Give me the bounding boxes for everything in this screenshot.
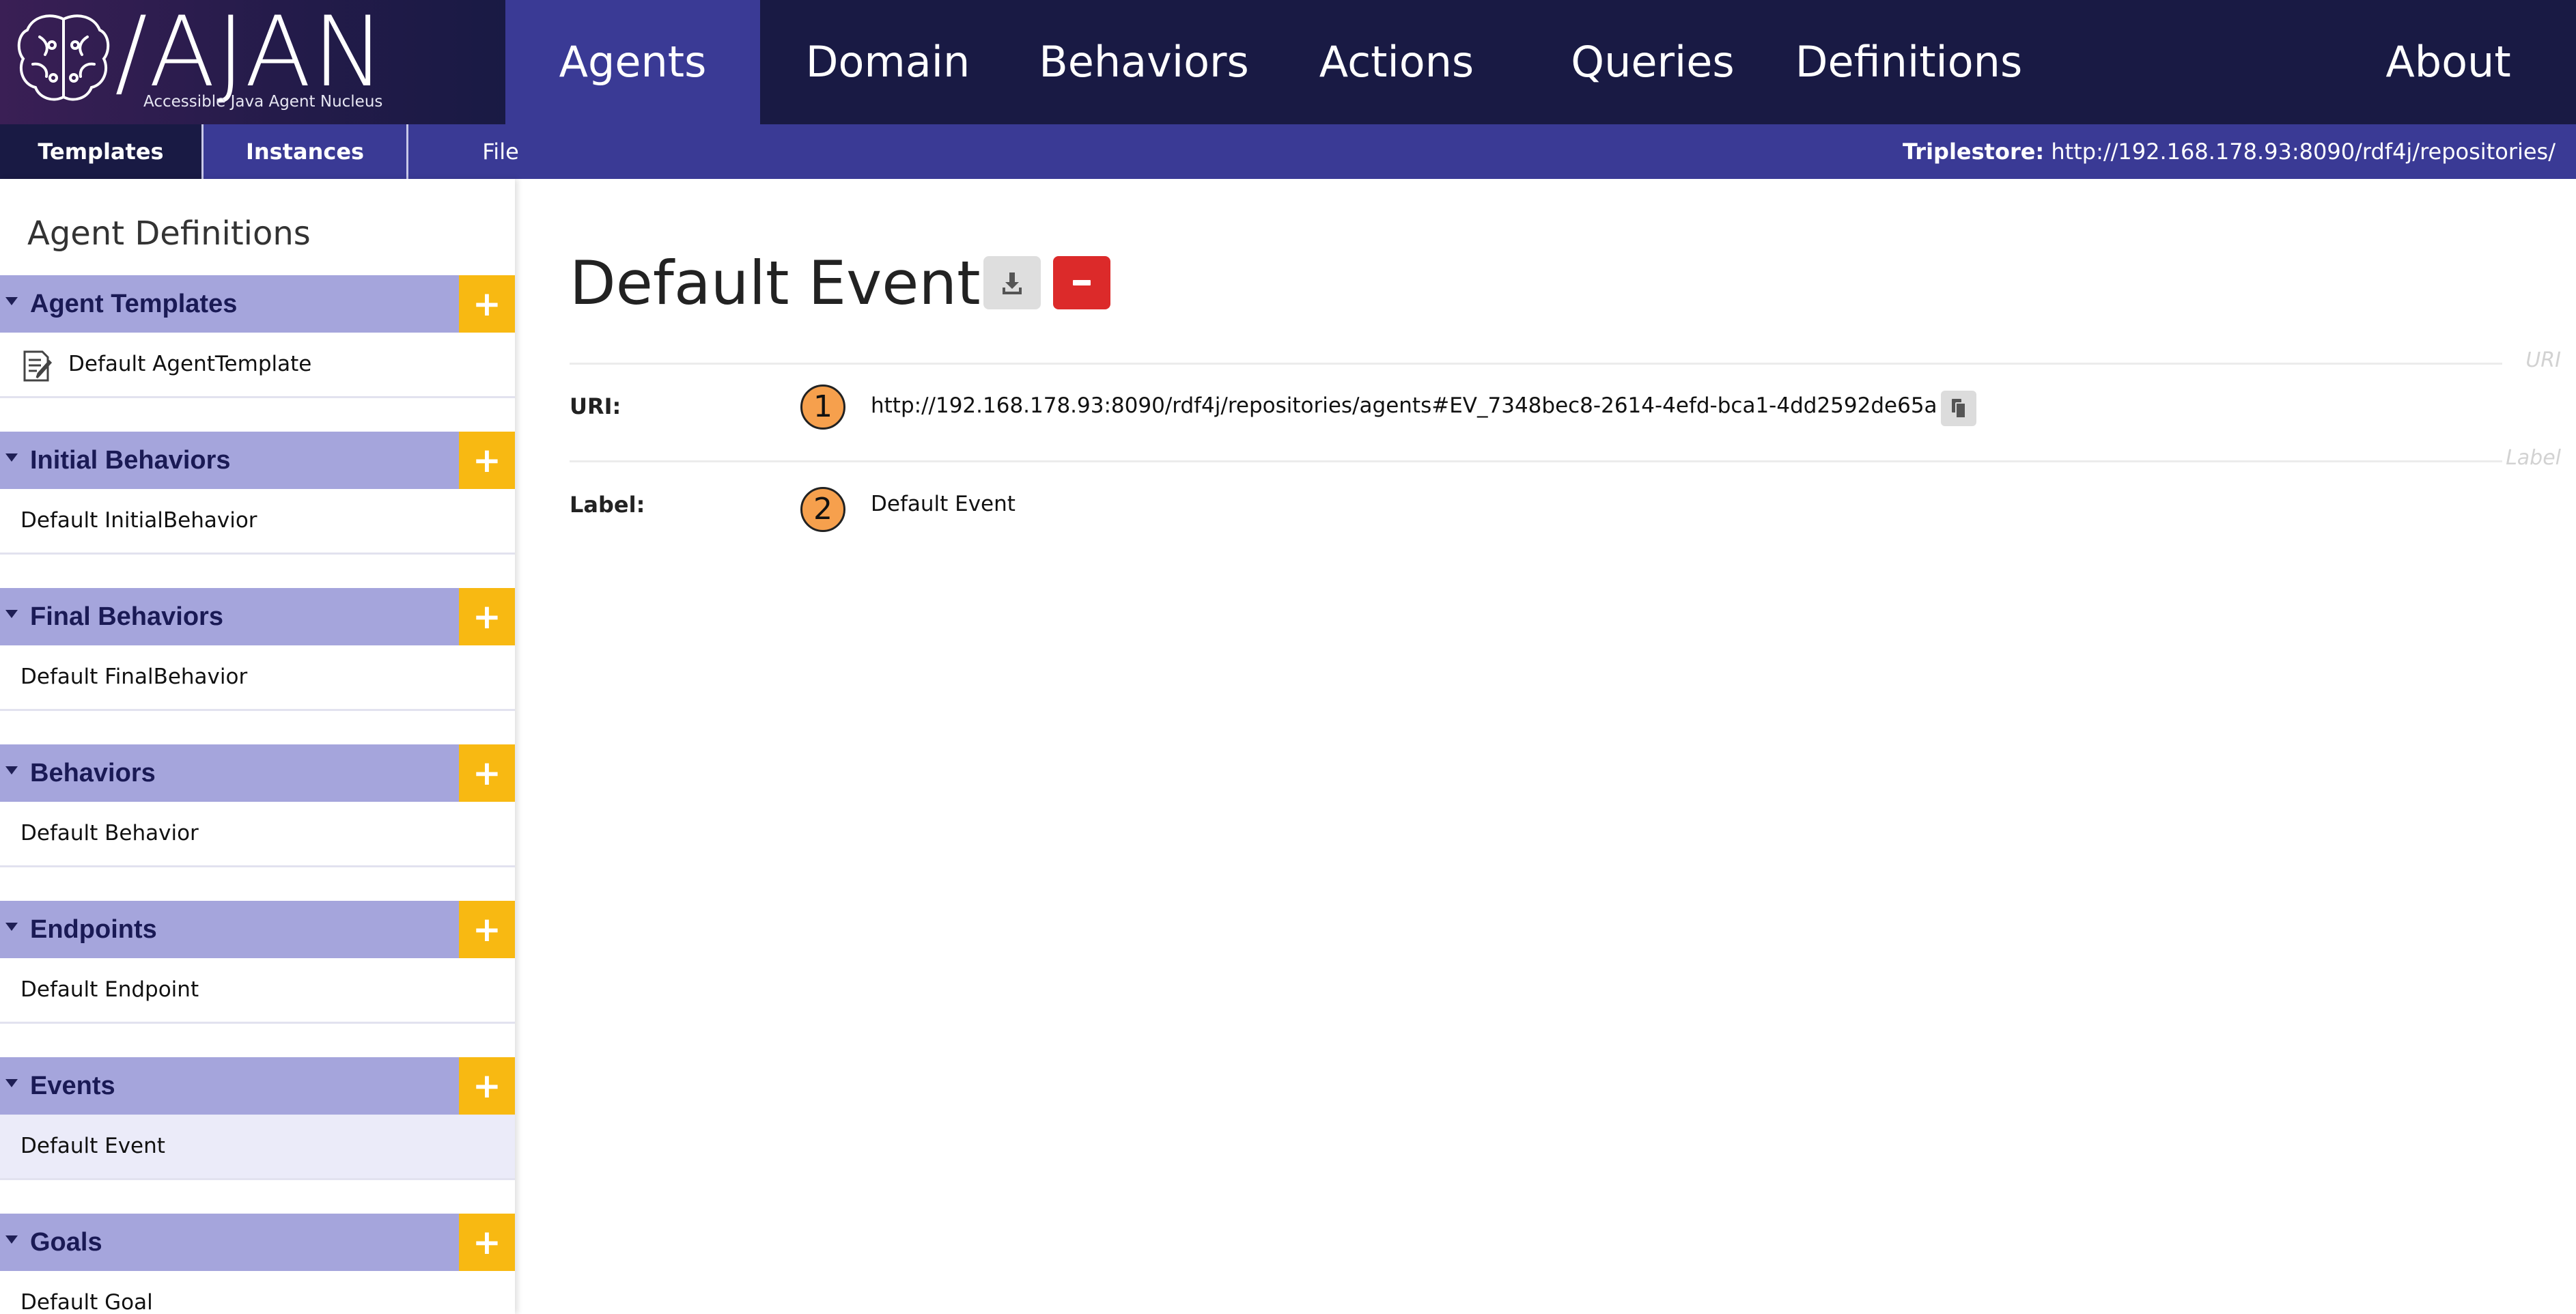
uri-divider (570, 363, 2502, 365)
caret-down-icon (5, 610, 18, 618)
tab-templates[interactable]: Templates (0, 124, 204, 179)
add-event-button[interactable]: + (459, 1057, 515, 1115)
list-item-default-goal[interactable]: Default Goal (0, 1271, 515, 1314)
caret-down-icon (5, 297, 18, 305)
triplestore-url[interactable]: http://192.168.178.93:8090/rdf4j/reposit… (2051, 139, 2556, 165)
section-header-endpoints[interactable]: Endpoints + (0, 901, 515, 958)
section-header-behaviors[interactable]: Behaviors + (0, 744, 515, 802)
copy-icon (1952, 399, 1966, 419)
list-item-label: Default Event (20, 1134, 165, 1158)
add-agent-template-button[interactable]: + (459, 275, 515, 333)
caret-down-icon (5, 453, 18, 462)
add-final-behavior-button[interactable]: + (459, 588, 515, 645)
add-endpoint-button[interactable]: + (459, 901, 515, 958)
section-label: Endpoints (30, 915, 157, 944)
delete-button[interactable] (1053, 256, 1110, 309)
section-label: Events (30, 1072, 115, 1100)
badge-2: 2 (800, 487, 845, 532)
minus-icon (1073, 280, 1091, 285)
add-behavior-button[interactable]: + (459, 744, 515, 802)
nav-behaviors[interactable]: Behaviors (1024, 0, 1263, 124)
copy-uri-button[interactable] (1941, 391, 1976, 426)
section-label: Behaviors (30, 759, 156, 787)
uri-label: URI: (570, 393, 621, 419)
badge-1: 1 (800, 385, 845, 430)
tab-file[interactable]: File (408, 124, 593, 179)
download-icon (1003, 272, 1022, 294)
list-item-default-agenttemplate[interactable]: Default AgentTemplate (0, 333, 515, 398)
list-item-default-event[interactable]: Default Event (0, 1115, 515, 1180)
nav-about[interactable]: About (2349, 0, 2547, 124)
add-goal-button[interactable]: + (459, 1214, 515, 1271)
app-subtitle: Accessible Java Agent Nucleus (143, 93, 383, 111)
list-item-label: Default Goal (20, 1290, 153, 1314)
sidebar-title: Agent Definitions (27, 214, 311, 253)
nav-actions[interactable]: Actions (1284, 0, 1509, 124)
sub-navigation-bar: Templates Instances File Triplestore: ht… (0, 124, 2576, 179)
add-initial-behavior-button[interactable]: + (459, 432, 515, 489)
list-item-label: Default Endpoint (20, 977, 199, 1002)
download-button[interactable] (983, 256, 1041, 309)
section-header-initial-behaviors[interactable]: Initial Behaviors + (0, 432, 515, 489)
app-logo[interactable]: /AJAN Accessible Java Agent Nucleus (0, 0, 505, 124)
sidebar: Agent Definitions Agent Templates + Defa… (0, 179, 515, 1314)
list-item-label: Default Behavior (20, 821, 199, 845)
tab-instances[interactable]: Instances (204, 124, 408, 179)
list-item-default-finalbehavior[interactable]: Default FinalBehavior (0, 645, 515, 711)
nav-queries[interactable]: Queries (1537, 0, 1769, 124)
caret-down-icon (5, 923, 18, 931)
section-label: Initial Behaviors (30, 446, 231, 475)
list-item-label: Default AgentTemplate (68, 352, 312, 376)
page-title: Default Event (570, 248, 981, 318)
triplestore-label: Triplestore: (1902, 139, 2045, 165)
nav-agents[interactable]: Agents (505, 0, 760, 124)
label-divider-label: Label (2506, 446, 2561, 470)
section-header-agent-templates[interactable]: Agent Templates + (0, 275, 515, 333)
list-item-default-endpoint[interactable]: Default Endpoint (0, 958, 515, 1024)
section-header-final-behaviors[interactable]: Final Behaviors + (0, 588, 515, 645)
label-value[interactable]: Default Event (871, 492, 1016, 516)
caret-down-icon (5, 1079, 18, 1087)
section-header-events[interactable]: Events + (0, 1057, 515, 1115)
section-label: Final Behaviors (30, 602, 223, 631)
top-navigation-bar: /AJAN Accessible Java Agent Nucleus Agen… (0, 0, 2576, 124)
app-title: /AJAN (115, 0, 387, 109)
label-divider (570, 460, 2502, 462)
uri-divider-label: URI (2525, 348, 2561, 372)
caret-down-icon (5, 1235, 18, 1244)
nav-domain[interactable]: Domain (775, 0, 1000, 124)
list-item-label: Default FinalBehavior (20, 665, 248, 689)
uri-value[interactable]: http://192.168.178.93:8090/rdf4j/reposit… (871, 393, 1937, 418)
section-label: Agent Templates (30, 290, 238, 318)
list-item-label: Default InitialBehavior (20, 508, 257, 533)
label-field-label: Label: (570, 492, 645, 518)
triplestore-info: Triplestore: http://192.168.178.93:8090/… (1903, 124, 2556, 179)
nav-definitions[interactable]: Definitions (1782, 0, 2035, 124)
caret-down-icon (5, 766, 18, 774)
list-item-default-initialbehavior[interactable]: Default InitialBehavior (0, 489, 515, 555)
section-label: Goals (30, 1228, 102, 1257)
section-header-goals[interactable]: Goals + (0, 1214, 515, 1271)
template-doc-icon (23, 350, 53, 382)
brain-icon (17, 14, 110, 101)
list-item-default-behavior[interactable]: Default Behavior (0, 802, 515, 867)
